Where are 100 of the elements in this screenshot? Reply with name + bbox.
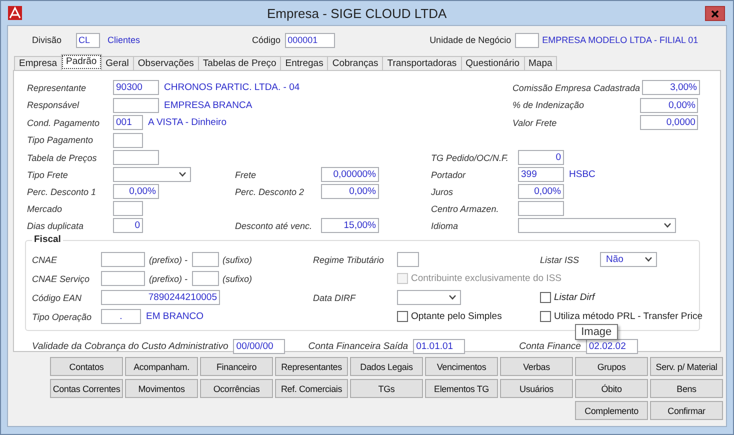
input-field[interactable] xyxy=(113,201,143,216)
field-label: Código EAN xyxy=(32,292,83,302)
action-button[interactable]: Contatos xyxy=(50,357,123,376)
input-field[interactable] xyxy=(113,132,143,148)
checkbox[interactable] xyxy=(540,292,551,303)
group-title: Fiscal xyxy=(32,234,63,245)
input-field[interactable] xyxy=(192,252,219,267)
tab[interactable]: Questionário xyxy=(460,56,525,70)
input-field[interactable]: 3,00% xyxy=(642,80,700,96)
division-name: Clientes xyxy=(108,35,140,45)
action-button[interactable]: Verbas xyxy=(500,357,573,376)
input-field[interactable]: 7890244210005 xyxy=(101,290,220,305)
input-field[interactable]: 0 xyxy=(113,218,143,233)
input-field[interactable]: 0,00% xyxy=(321,184,379,199)
action-button[interactable]: Bens xyxy=(650,379,723,398)
field-label: Juros xyxy=(431,186,454,196)
checkbox-label: Contribuinte exclusivamente do ISS xyxy=(411,273,562,284)
checkbox-label: Listar Dirf xyxy=(554,292,595,303)
dropdown[interactable] xyxy=(113,167,191,182)
input-field[interactable]: 0,00000% xyxy=(321,167,379,182)
action-button[interactable]: TGs xyxy=(350,379,423,398)
input-field[interactable] xyxy=(101,271,145,286)
action-button[interactable]: Grupos xyxy=(575,357,648,376)
tab[interactable]: Mapa xyxy=(524,56,558,70)
input-field[interactable]: 0,00% xyxy=(518,184,564,199)
field-label: Regime Tributário xyxy=(313,254,385,264)
window-title: Empresa - SIGE CLOUD LTDA xyxy=(267,6,447,20)
input-field[interactable]: 02.02.02 xyxy=(586,339,638,354)
action-button[interactable]: Complemento xyxy=(575,401,648,420)
input-field[interactable] xyxy=(113,150,159,165)
input-field[interactable] xyxy=(515,32,540,48)
field-label: Idioma xyxy=(431,220,460,230)
close-button[interactable] xyxy=(705,6,725,21)
field-label: Comissão Empresa Cadastrada xyxy=(512,82,640,93)
dropdown[interactable] xyxy=(518,218,676,233)
tab[interactable]: Geral xyxy=(100,56,134,70)
field-hint: (sufixo) xyxy=(222,274,252,284)
field-label: Tabela de Preços xyxy=(27,152,98,162)
input-field[interactable]: 001 xyxy=(113,115,143,130)
tab[interactable]: Tabelas de Preço xyxy=(198,56,282,70)
field-description: EM BRANCO xyxy=(146,311,204,322)
input-field[interactable]: CL xyxy=(76,32,100,48)
tab[interactable]: Cobranças xyxy=(327,56,384,70)
action-button[interactable]: Confirmar xyxy=(650,401,723,420)
input-field[interactable]: 15,00% xyxy=(321,218,379,233)
field-label: Portador xyxy=(431,170,467,180)
checkbox[interactable] xyxy=(397,311,408,322)
tab[interactable]: Empresa xyxy=(14,56,62,70)
input-field[interactable]: 0 xyxy=(518,150,564,165)
field-label: Dias duplicata xyxy=(27,220,85,230)
action-button[interactable]: Acompanham. xyxy=(125,357,198,376)
tab[interactable]: Entregas xyxy=(280,56,328,70)
dropdown[interactable] xyxy=(397,290,461,305)
field-label: Frete xyxy=(235,170,258,180)
field-hint: (prefixo) - xyxy=(149,274,188,284)
action-button[interactable]: Dados Legais xyxy=(350,357,423,376)
action-button[interactable]: Financeiro xyxy=(200,357,273,376)
field-label: Tipo Frete xyxy=(27,170,69,180)
checkbox-label: Utiliza método PRL - Transfer Price xyxy=(554,311,703,322)
action-button[interactable]: Óbito xyxy=(575,379,648,398)
tab[interactable]: Transportadoras xyxy=(382,56,462,70)
input-field[interactable] xyxy=(397,252,419,267)
input-field[interactable] xyxy=(113,98,159,113)
action-button[interactable]: Vencimentos xyxy=(425,357,498,376)
input-field[interactable]: 0,00% xyxy=(640,98,698,113)
input-field[interactable]: . xyxy=(101,309,141,324)
field-label: Mercado xyxy=(27,204,64,214)
input-field[interactable]: 399 xyxy=(518,167,564,182)
action-button[interactable]: Ref. Comerciais xyxy=(275,379,348,398)
action-button[interactable]: Usuários xyxy=(500,379,573,398)
dropdown[interactable]: Não xyxy=(600,252,657,267)
input-field[interactable]: 01.01.01 xyxy=(413,339,466,354)
tab[interactable]: Observações xyxy=(132,56,199,70)
action-button[interactable]: Movimentos xyxy=(125,379,198,398)
input-field[interactable]: 0,00% xyxy=(113,184,159,199)
field-label: Representante xyxy=(27,82,88,93)
action-button[interactable]: Ocorrências xyxy=(200,379,273,398)
field-label: Centro Armazen. xyxy=(431,204,500,214)
action-button[interactable]: Elementos TG xyxy=(425,379,498,398)
checkbox[interactable] xyxy=(540,311,551,322)
input-field[interactable] xyxy=(192,271,219,286)
input-field[interactable] xyxy=(518,201,564,216)
action-button[interactable]: Representantes xyxy=(275,357,348,376)
tab[interactable]: Padrão xyxy=(61,54,102,70)
action-button[interactable]: Contas Correntes xyxy=(50,379,123,398)
field-label: Responsável xyxy=(27,100,80,110)
input-field[interactable]: 0,0000 xyxy=(640,115,698,130)
input-field[interactable]: 00/00/00 xyxy=(233,339,286,354)
field-description: CHRONOS PARTIC. LTDA. - 04 xyxy=(164,82,300,94)
field-label: % de Indenização xyxy=(512,100,585,110)
input-field[interactable] xyxy=(101,252,145,267)
field-label: Desconto até venc. xyxy=(235,220,314,230)
input-field[interactable]: 90300 xyxy=(113,80,159,96)
input-field[interactable]: 000001 xyxy=(284,32,335,48)
checkbox-label: Optante pelo Simples xyxy=(411,311,502,322)
field-label: Cond. Pagamento xyxy=(27,118,101,128)
field-label: TG Pedido/OC/N.F. xyxy=(431,152,510,162)
field-label: CNAE Serviço xyxy=(32,274,91,284)
field-label: Tipo Pagamento xyxy=(27,135,94,146)
action-button[interactable]: Serv. p/ Material xyxy=(650,357,723,376)
